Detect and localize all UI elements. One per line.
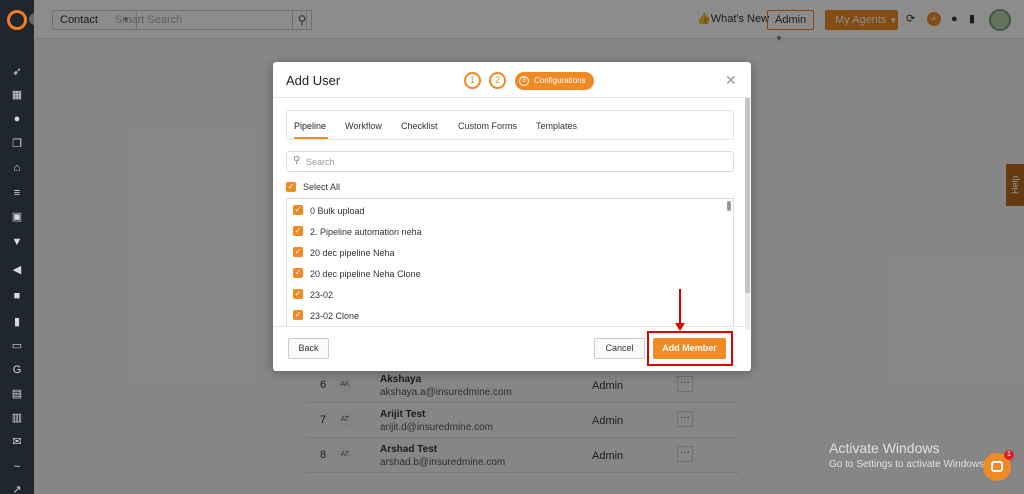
list-item[interactable]: ✓ 20 dec pipeline Neha xyxy=(287,242,727,263)
close-icon[interactable]: ✕ xyxy=(725,72,737,89)
arrow-down-icon xyxy=(675,289,685,331)
config-tabs: Pipeline Workflow Checklist Custom Forms… xyxy=(286,110,734,140)
cancel-button[interactable]: Cancel xyxy=(594,338,645,359)
watermark-line-1: Activate Windows xyxy=(829,440,940,456)
list-icon[interactable]: ≡ xyxy=(11,187,23,199)
pipeline-label: 23-02 Clone xyxy=(310,311,360,321)
modal-scrollbar-thumb[interactable] xyxy=(745,98,750,293)
divider xyxy=(273,97,751,98)
modal-title: Add User xyxy=(286,73,341,88)
pipeline-checkbox[interactable]: ✓ xyxy=(293,247,303,257)
highlight-box xyxy=(647,331,733,366)
chart-icon[interactable]: ▮ xyxy=(11,316,23,328)
pipeline-search-input[interactable]: ⚲ Search xyxy=(286,151,734,172)
copy-icon[interactable]: ❐ xyxy=(11,138,23,150)
step-3-configurations[interactable]: 3 Configurations xyxy=(515,72,594,90)
step-3-number: 3 xyxy=(519,76,529,86)
pipeline-checkbox[interactable]: ✓ xyxy=(293,268,303,278)
pipeline-label: 0 Bulk upload xyxy=(310,206,365,216)
list-item[interactable]: ✓ 23-02 xyxy=(287,284,727,305)
chat-launcher[interactable]: 1 xyxy=(983,450,1014,481)
mail-icon[interactable]: ✉ xyxy=(11,436,23,448)
trend-icon[interactable]: ↗ xyxy=(11,484,23,494)
pipeline-label: 20 dec pipeline Neha Clone xyxy=(310,269,421,279)
step-1[interactable]: 1 xyxy=(464,72,481,89)
step-2[interactable]: 2 xyxy=(489,72,506,89)
app-logo[interactable] xyxy=(7,10,27,30)
pipeline-list-scrollbar[interactable] xyxy=(727,201,731,211)
calendar-doc-icon[interactable]: ▤ xyxy=(11,388,23,400)
funnel-icon[interactable]: ▼ xyxy=(11,236,23,248)
pipeline-list: ✓ 0 Bulk upload ✓ 2. Pipeline automation… xyxy=(286,198,734,326)
step-3-label: Configurations xyxy=(534,76,586,85)
search-placeholder: Search xyxy=(306,157,335,167)
pipeline-checkbox[interactable]: ✓ xyxy=(293,310,303,320)
select-all-label: Select All xyxy=(303,182,341,192)
back-button[interactable]: Back xyxy=(288,338,329,359)
active-tab-indicator xyxy=(294,137,328,139)
tab-custom-forms[interactable]: Custom Forms xyxy=(458,121,517,131)
folder-icon[interactable]: ▭ xyxy=(11,340,23,352)
signature-icon[interactable]: ~ xyxy=(11,461,23,473)
calendar-icon[interactable]: ▥ xyxy=(11,412,23,424)
tab-templates[interactable]: Templates xyxy=(536,121,577,131)
google-icon[interactable]: G xyxy=(11,364,23,376)
pipeline-checkbox[interactable]: ✓ xyxy=(293,205,303,215)
tab-workflow[interactable]: Workflow xyxy=(345,121,382,131)
chat-badge: 1 xyxy=(1004,450,1014,460)
pipeline-checkbox[interactable]: ✓ xyxy=(293,226,303,236)
list-item[interactable]: ✓ 23-02 Clone xyxy=(287,305,727,326)
modal-scrollbar[interactable] xyxy=(745,98,750,330)
pipeline-label: 20 dec pipeline Neha xyxy=(310,248,395,258)
rocket-icon[interactable]: ➶ xyxy=(11,66,23,78)
chat-icon xyxy=(991,461,1003,472)
watermark-line-2: Go to Settings to activate Windows. xyxy=(829,459,987,470)
pipeline-label: 23-02 xyxy=(310,290,334,300)
tab-pipeline[interactable]: Pipeline xyxy=(294,121,326,131)
pipeline-checkbox[interactable]: ✓ xyxy=(293,289,303,299)
list-item[interactable]: ✓ 0 Bulk upload xyxy=(287,200,727,221)
contact-card-icon[interactable]: ▣ xyxy=(11,211,23,223)
tab-checklist[interactable]: Checklist xyxy=(401,121,438,131)
bank-icon[interactable]: ⌂ xyxy=(11,162,23,174)
left-rail: › ➶ ▦ ● ❐ ⌂ ≡ ▣ ▼ ◀ ■ ▮ ▭ G ▤ ▥ ✉ ~ ↗ xyxy=(0,0,41,494)
list-item[interactable]: ✓ 2. Pipeline automation neha xyxy=(287,221,727,242)
users-icon[interactable]: ● xyxy=(11,113,23,125)
list-item[interactable]: ✓ 20 dec pipeline Neha Clone xyxy=(287,263,727,284)
dashboard-icon[interactable]: ▦ xyxy=(11,89,23,101)
megaphone-icon[interactable]: ◀ xyxy=(11,264,23,276)
search-icon: ⚲ xyxy=(293,155,301,166)
select-all-checkbox[interactable]: ✓ xyxy=(286,182,296,192)
document-icon[interactable]: ■ xyxy=(11,290,23,302)
windows-activation-watermark: Activate Windows Go to Settings to activ… xyxy=(829,440,987,470)
pipeline-label: 2. Pipeline automation neha xyxy=(310,227,422,237)
